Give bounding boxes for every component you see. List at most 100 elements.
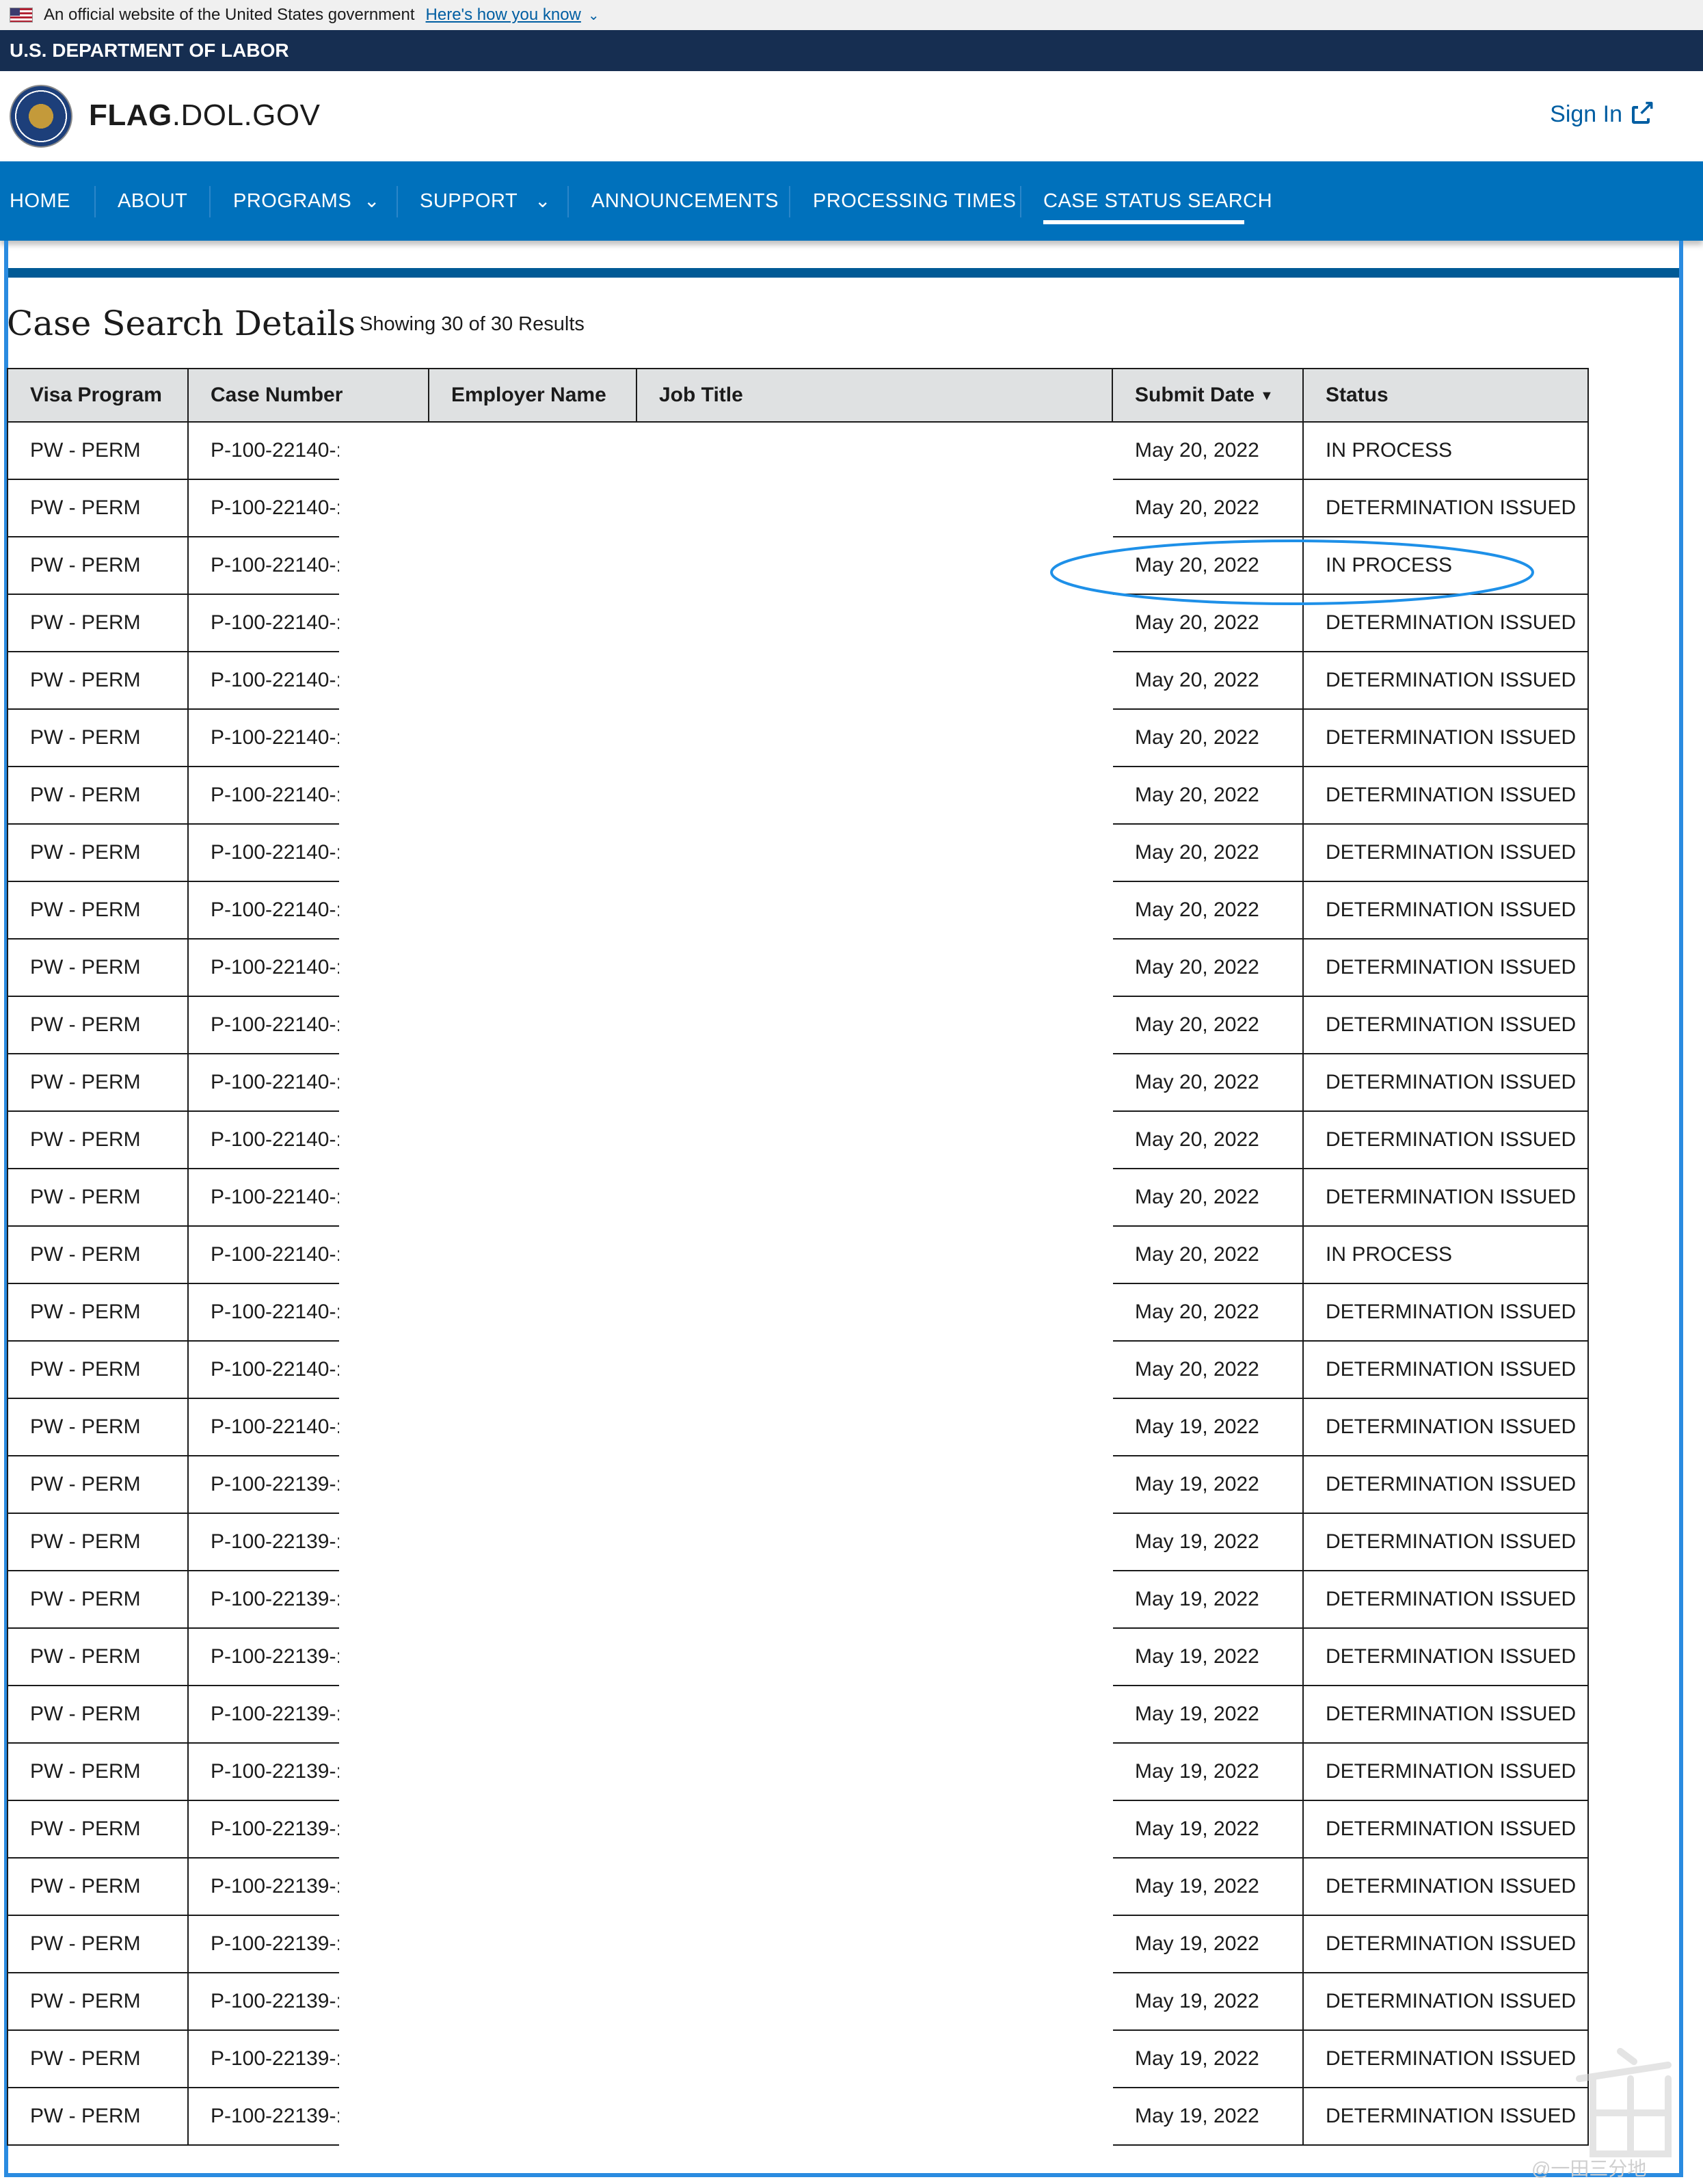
cell-submit-date: May 20, 2022 — [1112, 651, 1304, 710]
gov-banner: An official website of the United States… — [0, 0, 1703, 30]
cell-status: IN PROCESS — [1302, 1225, 1589, 1284]
cell-submit-date: May 20, 2022 — [1112, 1225, 1304, 1284]
nav-case-status-search[interactable]: CASE STATUS SEARCH — [1043, 161, 1272, 241]
cell-visa-program: PW - PERM — [7, 823, 189, 882]
cell-status: DETERMINATION ISSUED — [1302, 1455, 1589, 1514]
cell-status: DETERMINATION ISSUED — [1302, 1915, 1589, 1973]
cell-visa-program: PW - PERM — [7, 1455, 189, 1514]
cell-status: DETERMINATION ISSUED — [1302, 2087, 1589, 2146]
cell-submit-date: May 19, 2022 — [1112, 1455, 1304, 1514]
cell-status: DETERMINATION ISSUED — [1302, 823, 1589, 882]
cell-visa-program: PW - PERM — [7, 1972, 189, 2031]
site-title-bold: FLAG — [89, 98, 172, 132]
cell-status: DETERMINATION ISSUED — [1302, 1340, 1589, 1399]
cell-visa-program: PW - PERM — [7, 1627, 189, 1686]
cell-visa-program: PW - PERM — [7, 1915, 189, 1973]
external-link-icon — [1632, 97, 1655, 124]
cell-visa-program: PW - PERM — [7, 1570, 189, 1629]
table-header-row: Visa Program Case Number Employer Name J… — [7, 368, 1589, 423]
dol-seal-icon[interactable] — [10, 85, 72, 148]
site-title[interactable]: FLAG.DOL.GOV — [89, 98, 320, 133]
cell-status: DETERMINATION ISSUED — [1302, 2029, 1589, 2088]
nav-divider — [94, 186, 96, 217]
cell-submit-date: May 20, 2022 — [1112, 1053, 1304, 1112]
cell-submit-date: May 19, 2022 — [1112, 1800, 1304, 1859]
nav-programs[interactable]: PROGRAMS — [233, 161, 351, 241]
sign-in-label: Sign In — [1550, 101, 1622, 127]
nav-home[interactable]: HOME — [10, 161, 70, 241]
header-case-number[interactable]: Case Number — [187, 368, 429, 423]
cell-status: DETERMINATION ISSUED — [1302, 996, 1589, 1054]
result-count: Showing 30 of 30 Results — [360, 313, 585, 335]
cell-submit-date: May 20, 2022 — [1112, 996, 1304, 1054]
cell-status: DETERMINATION ISSUED — [1302, 881, 1589, 940]
cell-submit-date: May 19, 2022 — [1112, 1685, 1304, 1744]
nav-divider — [789, 186, 790, 217]
cell-visa-program: PW - PERM — [7, 1857, 189, 1916]
nav-divider — [209, 186, 211, 217]
cell-visa-program: PW - PERM — [7, 1283, 189, 1342]
chevron-down-icon[interactable]: ⌄ — [535, 161, 550, 241]
cell-visa-program: PW - PERM — [7, 1168, 189, 1227]
us-flag-icon — [10, 8, 33, 23]
cell-status: DETERMINATION ISSUED — [1302, 1168, 1589, 1227]
chevron-down-icon[interactable]: ⌄ — [364, 161, 379, 241]
cell-submit-date: May 20, 2022 — [1112, 1168, 1304, 1227]
header-status[interactable]: Status — [1302, 368, 1589, 423]
cell-status: DETERMINATION ISSUED — [1302, 479, 1589, 537]
sort-descending-icon[interactable]: ▼ — [1260, 388, 1274, 403]
annotation-ellipse — [1050, 540, 1534, 605]
nav-about[interactable]: ABOUT — [118, 161, 187, 241]
header-visa-program[interactable]: Visa Program — [7, 368, 189, 423]
cell-submit-date: May 19, 2022 — [1112, 2029, 1304, 2088]
header-submit-date[interactable]: Submit Date ▼ — [1112, 368, 1304, 423]
department-bar: U.S. DEPARTMENT OF LABOR — [0, 30, 1703, 71]
cell-submit-date: May 19, 2022 — [1112, 1915, 1304, 1973]
cell-submit-date: May 19, 2022 — [1112, 1627, 1304, 1686]
cell-visa-program: PW - PERM — [7, 1340, 189, 1399]
nav-support[interactable]: SUPPORT — [420, 161, 518, 241]
nav-announcements[interactable]: ANNOUNCEMENTS — [591, 161, 779, 241]
cell-visa-program: PW - PERM — [7, 708, 189, 767]
cell-submit-date: May 20, 2022 — [1112, 479, 1304, 537]
active-nav-indicator — [1043, 220, 1244, 224]
sign-in-link[interactable]: Sign In — [1550, 97, 1655, 128]
section-rule — [8, 268, 1679, 278]
chevron-down-icon[interactable]: ⌄ — [588, 7, 600, 24]
redaction-block — [339, 423, 1113, 2146]
cell-status: DETERMINATION ISSUED — [1302, 1398, 1589, 1456]
cell-visa-program: PW - PERM — [7, 881, 189, 940]
cell-visa-program: PW - PERM — [7, 1110, 189, 1169]
cell-status: DETERMINATION ISSUED — [1302, 1627, 1589, 1686]
header-employer-name[interactable]: Employer Name — [428, 368, 637, 423]
page-title: Case Search Details — [7, 304, 356, 343]
cell-submit-date: May 20, 2022 — [1112, 1340, 1304, 1399]
site-header: FLAG.DOL.GOV Sign In — [0, 71, 1703, 161]
header-job-title[interactable]: Job Title — [636, 368, 1113, 423]
cell-submit-date: May 19, 2022 — [1112, 1857, 1304, 1916]
cell-visa-program: PW - PERM — [7, 421, 189, 480]
nav-divider — [567, 186, 569, 217]
cell-visa-program: PW - PERM — [7, 479, 189, 537]
cell-submit-date: May 20, 2022 — [1112, 766, 1304, 825]
cell-visa-program: PW - PERM — [7, 1053, 189, 1112]
cell-visa-program: PW - PERM — [7, 1742, 189, 1801]
cell-status: DETERMINATION ISSUED — [1302, 708, 1589, 767]
main-nav: HOME ABOUT PROGRAMS ⌄ SUPPORT ⌄ ANNOUNCE… — [0, 161, 1703, 241]
cell-visa-program: PW - PERM — [7, 651, 189, 710]
cell-submit-date: May 20, 2022 — [1112, 1110, 1304, 1169]
cell-submit-date: May 20, 2022 — [1112, 938, 1304, 997]
cell-visa-program: PW - PERM — [7, 1685, 189, 1744]
watermark-text: @一田三分地 — [1531, 2158, 1647, 2179]
cell-status: DETERMINATION ISSUED — [1302, 766, 1589, 825]
cell-visa-program: PW - PERM — [7, 1513, 189, 1571]
cell-status: DETERMINATION ISSUED — [1302, 1800, 1589, 1859]
cell-submit-date: May 19, 2022 — [1112, 1398, 1304, 1456]
cell-status: DETERMINATION ISSUED — [1302, 1283, 1589, 1342]
cell-submit-date: May 20, 2022 — [1112, 1283, 1304, 1342]
cell-status: IN PROCESS — [1302, 421, 1589, 480]
cell-submit-date: May 19, 2022 — [1112, 1742, 1304, 1801]
nav-processing-times[interactable]: PROCESSING TIMES — [813, 161, 1017, 241]
heres-how-you-know-link[interactable]: Here's how you know — [426, 5, 581, 25]
cell-visa-program: PW - PERM — [7, 996, 189, 1054]
